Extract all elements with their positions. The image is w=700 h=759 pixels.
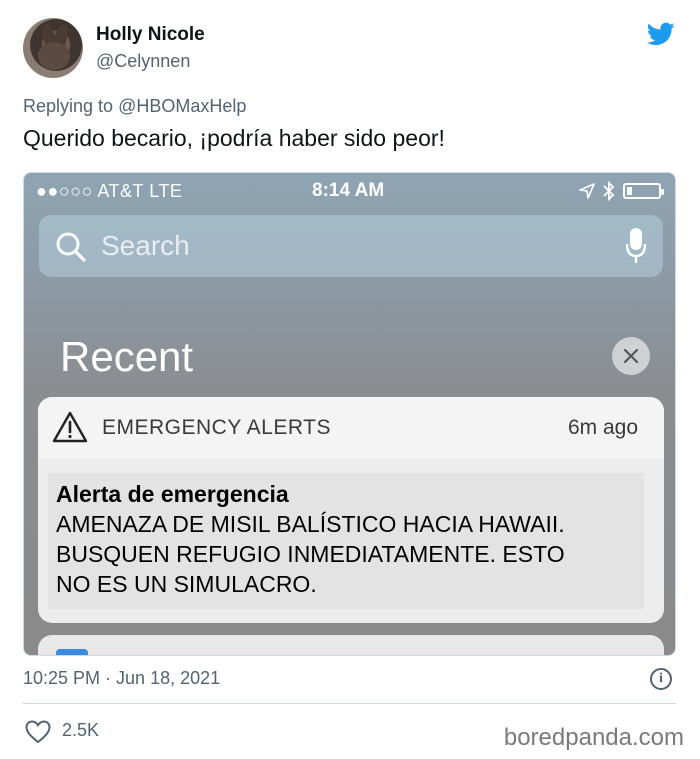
- search-field[interactable]: Search: [39, 215, 663, 277]
- notification-app-name: EMERGENCY ALERTS: [102, 416, 331, 439]
- like-count: 2.5K: [62, 720, 100, 740]
- notification-time: 6m ago: [567, 416, 638, 439]
- replying-to: Replying to @HBOMaxHelp: [23, 96, 246, 117]
- divider: [23, 703, 676, 704]
- notification-body: Alerta de emergencia AMENAZA DE MISIL BA…: [48, 473, 644, 609]
- notification-card[interactable]: EMERGENCY ALERTS 6m ago Alerta de emerge…: [38, 397, 664, 623]
- clear-notifications-button[interactable]: [612, 337, 650, 375]
- battery-icon: [623, 183, 664, 199]
- display-name[interactable]: Holly Nicole: [96, 24, 205, 46]
- close-icon: [623, 348, 639, 364]
- watermark: boredpanda.com: [503, 724, 684, 751]
- app-icon: [56, 649, 88, 655]
- info-icon[interactable]: i: [650, 668, 672, 690]
- tweet-media-image[interactable]: ●●○○○ AT&T LTE 8:14 AM Search Recent EME…: [23, 172, 676, 656]
- avatar-face: [38, 42, 70, 70]
- alert-message-line: BUSQUEN REFUGIO INMEDIATAMENTE. ESTO: [56, 541, 565, 567]
- avatar[interactable]: [23, 18, 83, 78]
- warning-icon: [52, 411, 88, 443]
- alert-message-line: NO ES UN SIMULACRO.: [56, 571, 317, 597]
- tweet-text: Querido becario, ¡podría haber sido peor…: [23, 125, 445, 151]
- heart-icon[interactable]: [25, 720, 51, 744]
- next-notification-card[interactable]: [38, 635, 664, 655]
- status-icons: [579, 181, 664, 201]
- alert-title: Alerta de emergencia: [56, 481, 289, 507]
- search-icon: [56, 232, 86, 262]
- alert-message-line: AMENAZA DE MISIL BALÍSTICO HACIA HAWAII.: [56, 511, 565, 537]
- mention-link[interactable]: @HBOMaxHelp: [118, 96, 246, 116]
- carrier-label: ●●○○○ AT&T LTE: [36, 181, 183, 201]
- section-title: Recent: [60, 333, 194, 380]
- location-arrow-icon: [579, 183, 595, 199]
- bluetooth-icon: [603, 181, 615, 201]
- battery-fill: [627, 187, 632, 195]
- tweet-timestamp[interactable]: 10:25 PM · Jun 18, 2021: [23, 668, 220, 689]
- replying-label: Replying to: [23, 96, 114, 116]
- search-placeholder: Search: [101, 230, 190, 261]
- status-bar: ●●○○○ AT&T LTE 8:14 AM: [24, 173, 675, 209]
- twitter-bird-icon[interactable]: [645, 20, 677, 48]
- notification-header: EMERGENCY ALERTS 6m ago: [38, 397, 664, 459]
- user-handle[interactable]: @Celynnen: [96, 51, 190, 72]
- status-time: 8:14 AM: [312, 180, 385, 201]
- microphone-icon[interactable]: [625, 227, 647, 265]
